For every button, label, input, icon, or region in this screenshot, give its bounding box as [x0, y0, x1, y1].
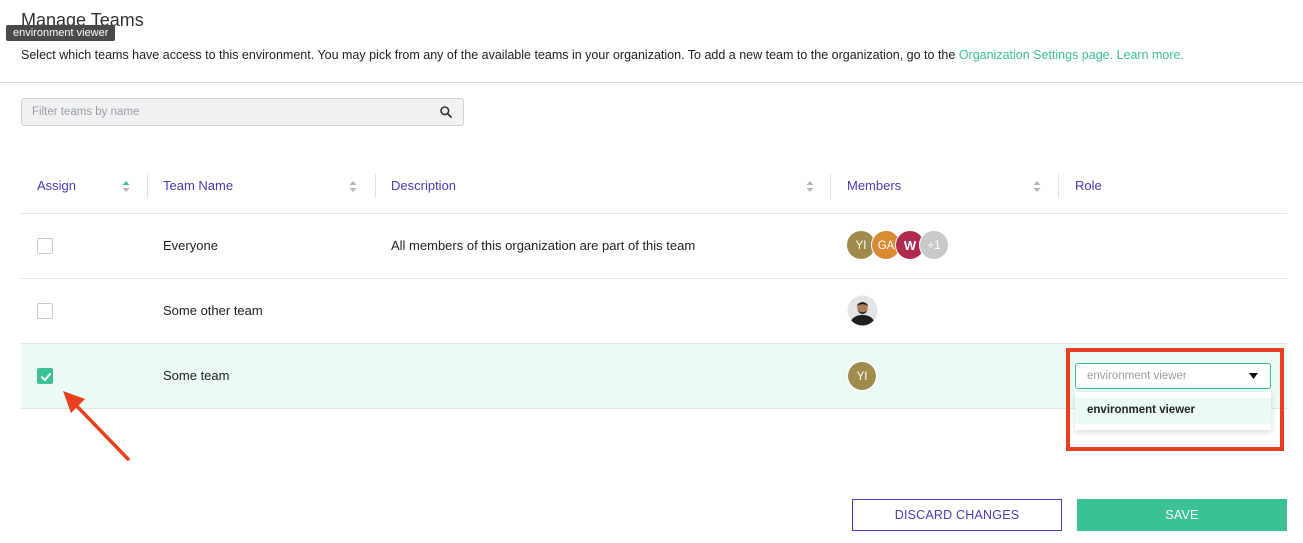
team-description: All members of this organization are par…: [391, 238, 696, 253]
role-dropdown-menu: environment viewer: [1075, 392, 1271, 430]
column-header-description[interactable]: Description: [391, 178, 456, 193]
sort-icon-description[interactable]: [806, 180, 814, 193]
avatar: YI: [847, 361, 877, 391]
column-separator: [1058, 174, 1059, 198]
column-separator: [375, 174, 376, 198]
search-box[interactable]: [21, 98, 464, 126]
column-header-assign[interactable]: Assign: [37, 178, 76, 193]
check-icon: [41, 373, 51, 381]
assign-checkbox-checked[interactable]: [37, 368, 53, 384]
sort-icon-assign[interactable]: [122, 180, 130, 193]
manage-teams-page: Manage Teams environment viewer Select w…: [0, 0, 1303, 543]
role-select[interactable]: environment viewer: [1075, 363, 1271, 389]
team-name: Everyone: [163, 238, 218, 253]
search-icon[interactable]: [439, 105, 453, 119]
avatar-overflow-count: +1: [919, 230, 949, 260]
column-header-role: Role: [1075, 178, 1102, 193]
search-input[interactable]: [32, 103, 422, 121]
column-header-members[interactable]: Members: [847, 178, 901, 193]
annotation-arrow-icon: [63, 391, 130, 461]
avatar-photo: [847, 295, 878, 326]
caret-down-icon[interactable]: [1249, 373, 1258, 379]
assign-checkbox[interactable]: [37, 238, 53, 254]
role-option[interactable]: environment viewer: [1075, 398, 1271, 424]
header-divider: [0, 82, 1303, 83]
row-divider: [21, 278, 1287, 279]
intro-description: Select which teams have access to this e…: [21, 48, 959, 62]
sort-icon-members[interactable]: [1033, 180, 1041, 193]
save-button[interactable]: SAVE: [1077, 499, 1287, 531]
organization-settings-link[interactable]: Organization Settings page.: [959, 48, 1113, 62]
discard-changes-button[interactable]: DISCARD CHANGES: [852, 499, 1062, 531]
row-divider: [21, 213, 1287, 214]
tooltip: environment viewer: [6, 25, 116, 41]
team-name: Some other team: [163, 303, 263, 318]
assign-checkbox[interactable]: [37, 303, 53, 319]
team-name: Some team: [163, 368, 230, 383]
row-divider: [21, 343, 1287, 344]
role-select-value: environment viewer: [1087, 370, 1187, 382]
column-separator: [830, 174, 831, 198]
column-separator: [147, 174, 148, 198]
column-header-team-name[interactable]: Team Name: [163, 178, 233, 193]
sort-icon-team-name[interactable]: [349, 180, 357, 193]
intro-text: Select which teams have access to this e…: [21, 48, 1184, 62]
learn-more-link[interactable]: Learn more.: [1117, 48, 1184, 62]
